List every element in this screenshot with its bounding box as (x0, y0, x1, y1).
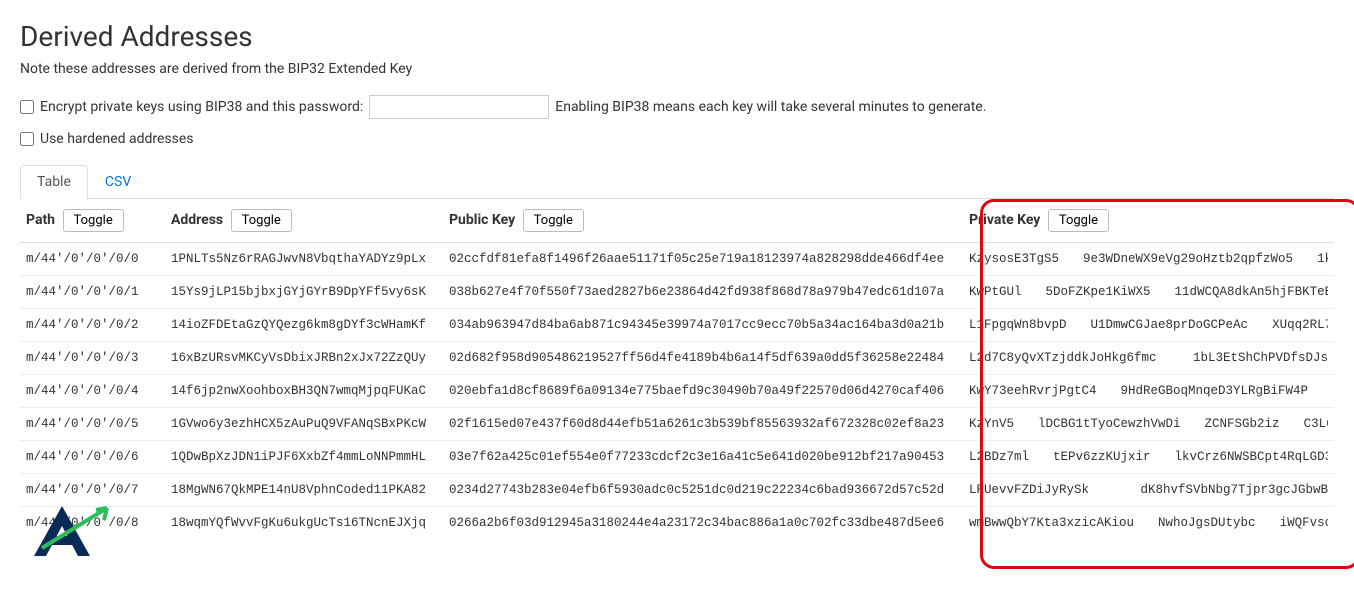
bip38-label-prefix: Encrypt private keys using BIP38 and thi… (40, 99, 363, 115)
privkey-fragment: KwY73eehRvrjPgtC4 (969, 384, 1097, 398)
privkey-fragment: C3L6TA (1304, 417, 1328, 431)
cell-path[interactable]: m/44'/0'/0'/0/5 (20, 408, 165, 441)
table-wrap: Path Toggle Address Toggle Public Key To… (20, 199, 1334, 539)
cell-pubkey[interactable]: 03e7f62a425c01ef554e0f77233cdcf2c3e16a41… (443, 441, 963, 474)
cell-privkey[interactable]: KzysosE3TgS5 9e3WDneWX9eVg29oHztb2qpfzWo5… (963, 243, 1334, 276)
cell-pubkey[interactable]: 020ebfa1d8cf8689f6a09134e775baefd9c30490… (443, 375, 963, 408)
privkey-fragment: L2BDz7ml (969, 450, 1029, 464)
table-row: m/44'/0'/0'/0/718MgWN67QkMPE14nU8VphnCod… (20, 474, 1334, 507)
privkey-fragment: tEPv6zzKUjxir (1053, 450, 1151, 464)
table-row: m/44'/0'/0'/0/01PNLTs5Nz6rRAGJwvN8Vbqtha… (20, 243, 1334, 276)
privkey-fragment: L1FpgqWn8bvpD (969, 318, 1067, 332)
cell-path[interactable]: m/44'/0'/0'/0/6 (20, 441, 165, 474)
privkey-fragment: U1DmwCGJae8prDoGCPeAc (1091, 318, 1249, 332)
cell-address[interactable]: 15Ys9jLP15bjbxjGYjGYrB9DpYFf5vy6sK (165, 276, 443, 309)
tab-table[interactable]: Table (20, 165, 88, 199)
col-header-address: Address Toggle (165, 199, 443, 243)
cell-pubkey[interactable]: 02ccfdf81efa8f1496f26aae51171f05c25e719a… (443, 243, 963, 276)
privkey-fragment: XUqq2RL7k (1272, 318, 1328, 332)
cell-pubkey[interactable]: 038b627e4f70f550f73aed2827b6e23864d42fd9… (443, 276, 963, 309)
bip38-label-suffix: Enabling BIP38 means each key will take … (555, 99, 986, 115)
table-row: m/44'/0'/0'/0/214ioZFDEtaGzQYQezg6km8gDY… (20, 309, 1334, 342)
col-header-path: Path Toggle (20, 199, 165, 243)
note-text: Note these addresses are derived from th… (20, 61, 1334, 77)
cell-privkey[interactable]: L2BDz7ml tEPv6zzKUjxir lkvCrz6NWSBCpt4RqLG… (963, 441, 1334, 474)
tab-csv[interactable]: CSV (88, 165, 148, 198)
cell-address[interactable]: 16xBzURsvMKCyVsDbixJRBn2xJx72ZzQUy (165, 342, 443, 375)
col-header-address-label: Address (171, 212, 223, 228)
col-header-privkey-label: Private Key (969, 212, 1040, 228)
table-row: m/44'/0'/0'/0/115Ys9jLP15bjbxjGYjGYrB9Dp… (20, 276, 1334, 309)
cell-path[interactable]: m/44'/0'/0'/0/8 (20, 507, 165, 540)
table-row: m/44'/0'/0'/0/316xBzURsvMKCyVsDbixJRBn2x… (20, 342, 1334, 375)
privkey-fragment: iWQFvsc (1280, 516, 1328, 530)
cell-address[interactable]: 18MgWN67QkMPE14nU8VphnCoded11PKA82 (165, 474, 443, 507)
table-row: m/44'/0'/0'/0/818wqmYQfWvvFgKu6ukgUcTs16… (20, 507, 1334, 540)
privkey-fragment: lDCBG1tTyoCewzhVwDi (1038, 417, 1181, 431)
cell-pubkey[interactable]: 0266a2b6f03d912945a3180244e4a23172c34bac… (443, 507, 963, 540)
col-header-path-label: Path (26, 212, 55, 228)
col-header-privkey: Private Key Toggle (963, 199, 1334, 243)
toggle-privkey-button[interactable]: Toggle (1048, 209, 1109, 232)
cell-address[interactable]: 1QDwBpXzJDN1iPJF6XxbZf4mmLoNNPmmHL (165, 441, 443, 474)
cell-privkey[interactable]: KwPtGUl 5DoFZKpe1KiWX5 11dWCQA8dkAn5hjFBKT… (963, 276, 1334, 309)
table-header-row: Path Toggle Address Toggle Public Key To… (20, 199, 1334, 243)
privkey-fragment: 9e3WDneWX9eVg29oHztb2qpfzWo5 (1083, 252, 1293, 266)
cell-path[interactable]: m/44'/0'/0'/0/4 (20, 375, 165, 408)
cell-address[interactable]: 1PNLTs5Nz6rRAGJwvN8VbqthaYADYz9pLx (165, 243, 443, 276)
privkey-fragment: L2d7C8yQvXTzjddkJoHkg6fmc (969, 351, 1157, 365)
cell-path[interactable]: m/44'/0'/0'/0/3 (20, 342, 165, 375)
cell-path[interactable]: m/44'/0'/0'/0/7 (20, 474, 165, 507)
table-row: m/44'/0'/0'/0/61QDwBpXzJDN1iPJF6XxbZf4mm… (20, 441, 1334, 474)
addresses-table: Path Toggle Address Toggle Public Key To… (20, 199, 1334, 539)
view-tabs: Table CSV (20, 165, 1334, 199)
privkey-fragment: wmBwwQbY7Kta3xzicAKiou (969, 516, 1134, 530)
hardened-row: Use hardened addresses (20, 131, 1334, 147)
cell-path[interactable]: m/44'/0'/0'/0/1 (20, 276, 165, 309)
cell-address[interactable]: 14f6jp2nwXoohboxBH3QN7wmqMjpqFUKaC (165, 375, 443, 408)
table-row: m/44'/0'/0'/0/51GVwo6y3ezhHCX5zAuPuQ9VFA… (20, 408, 1334, 441)
bip38-checkbox[interactable] (20, 100, 34, 114)
page-title: Derived Addresses (20, 20, 1334, 53)
privkey-fragment: KwPtGUl (969, 285, 1022, 299)
cell-privkey[interactable]: KwY73eehRvrjPgtC4 9HdReGBoqMnqeD3YLRgBiFW… (963, 375, 1334, 408)
privkey-fragment: dK8hvfSVbNbg7Tjpr3gcJGbwB (1140, 483, 1328, 497)
toggle-address-button[interactable]: Toggle (231, 209, 292, 232)
table-row: m/44'/0'/0'/0/414f6jp2nwXoohboxBH3QN7wmq… (20, 375, 1334, 408)
cell-pubkey[interactable]: 034ab963947d84ba6ab871c94345e39974a7017c… (443, 309, 963, 342)
privkey-fragment: 9HdReGBoqMnqeD3YLRgBiFW4P (1121, 384, 1309, 398)
col-header-pubkey-label: Public Key (449, 212, 515, 228)
privkey-fragment: 5DoFZKpe1KiWX5 (1046, 285, 1151, 299)
cell-privkey[interactable]: L1FpgqWn8bvpD U1DmwCGJae8prDoGCPeAc XUqq2R… (963, 309, 1334, 342)
privkey-fragment: 11dWCQA8dkAn5hjFBKTeEh3 (1175, 285, 1328, 299)
cell-privkey[interactable]: LRUevvFZDiJyRySk dK8hvfSVbNbg7Tjpr3gcJGbw… (963, 474, 1334, 507)
toggle-pubkey-button[interactable]: Toggle (523, 209, 584, 232)
hardened-checkbox[interactable] (20, 132, 34, 146)
cell-pubkey[interactable]: 0234d27743b283e04efb6f5930adc0c5251dc0d2… (443, 474, 963, 507)
privkey-fragment: 1kp (1317, 252, 1328, 266)
toggle-path-button[interactable]: Toggle (63, 209, 124, 232)
cell-path[interactable]: m/44'/0'/0'/0/0 (20, 243, 165, 276)
privkey-fragment: 1bL3EtShChPVDfsDJs (1193, 351, 1328, 365)
bip38-row: Encrypt private keys using BIP38 and thi… (20, 95, 1334, 119)
cell-pubkey[interactable]: 02d682f958d905486219527ff56d4fe4189b4b6a… (443, 342, 963, 375)
cell-address[interactable]: 1GVwo6y3ezhHCX5zAuPuQ9VFANqSBxPKcW (165, 408, 443, 441)
bip38-password-input[interactable] (369, 95, 549, 119)
hardened-label: Use hardened addresses (40, 131, 194, 147)
cell-pubkey[interactable]: 02f1615ed07e437f60d8d44efb51a6261c3b539b… (443, 408, 963, 441)
cell-address[interactable]: 14ioZFDEtaGzQYQezg6km8gDYf3cWHamKf (165, 309, 443, 342)
privkey-fragment: ZCNFSGb2iz (1205, 417, 1280, 431)
privkey-fragment: KzysosE3TgS5 (969, 252, 1059, 266)
cell-privkey[interactable]: L2d7C8yQvXTzjddkJoHkg6fmc 1bL3EtShChPVDfs… (963, 342, 1334, 375)
privkey-fragment: NwhoJgsDUtybc (1158, 516, 1256, 530)
privkey-fragment: LRUevvFZDiJyRySk (969, 483, 1089, 497)
cell-address[interactable]: 18wqmYQfWvvFgKu6ukgUcTs16TNcnEJXjq (165, 507, 443, 540)
privkey-fragment: KzYnV5 (969, 417, 1014, 431)
privkey-fragment: lkvCrz6NWSBCpt4RqLGD3rVY (1175, 450, 1328, 464)
col-header-pubkey: Public Key Toggle (443, 199, 963, 243)
cell-privkey[interactable]: wmBwwQbY7Kta3xzicAKiou NwhoJgsDUtybc iWQFv… (963, 507, 1334, 540)
cell-privkey[interactable]: KzYnV5 lDCBG1tTyoCewzhVwDi ZCNFSGb2iz C3L6T… (963, 408, 1334, 441)
cell-path[interactable]: m/44'/0'/0'/0/2 (20, 309, 165, 342)
